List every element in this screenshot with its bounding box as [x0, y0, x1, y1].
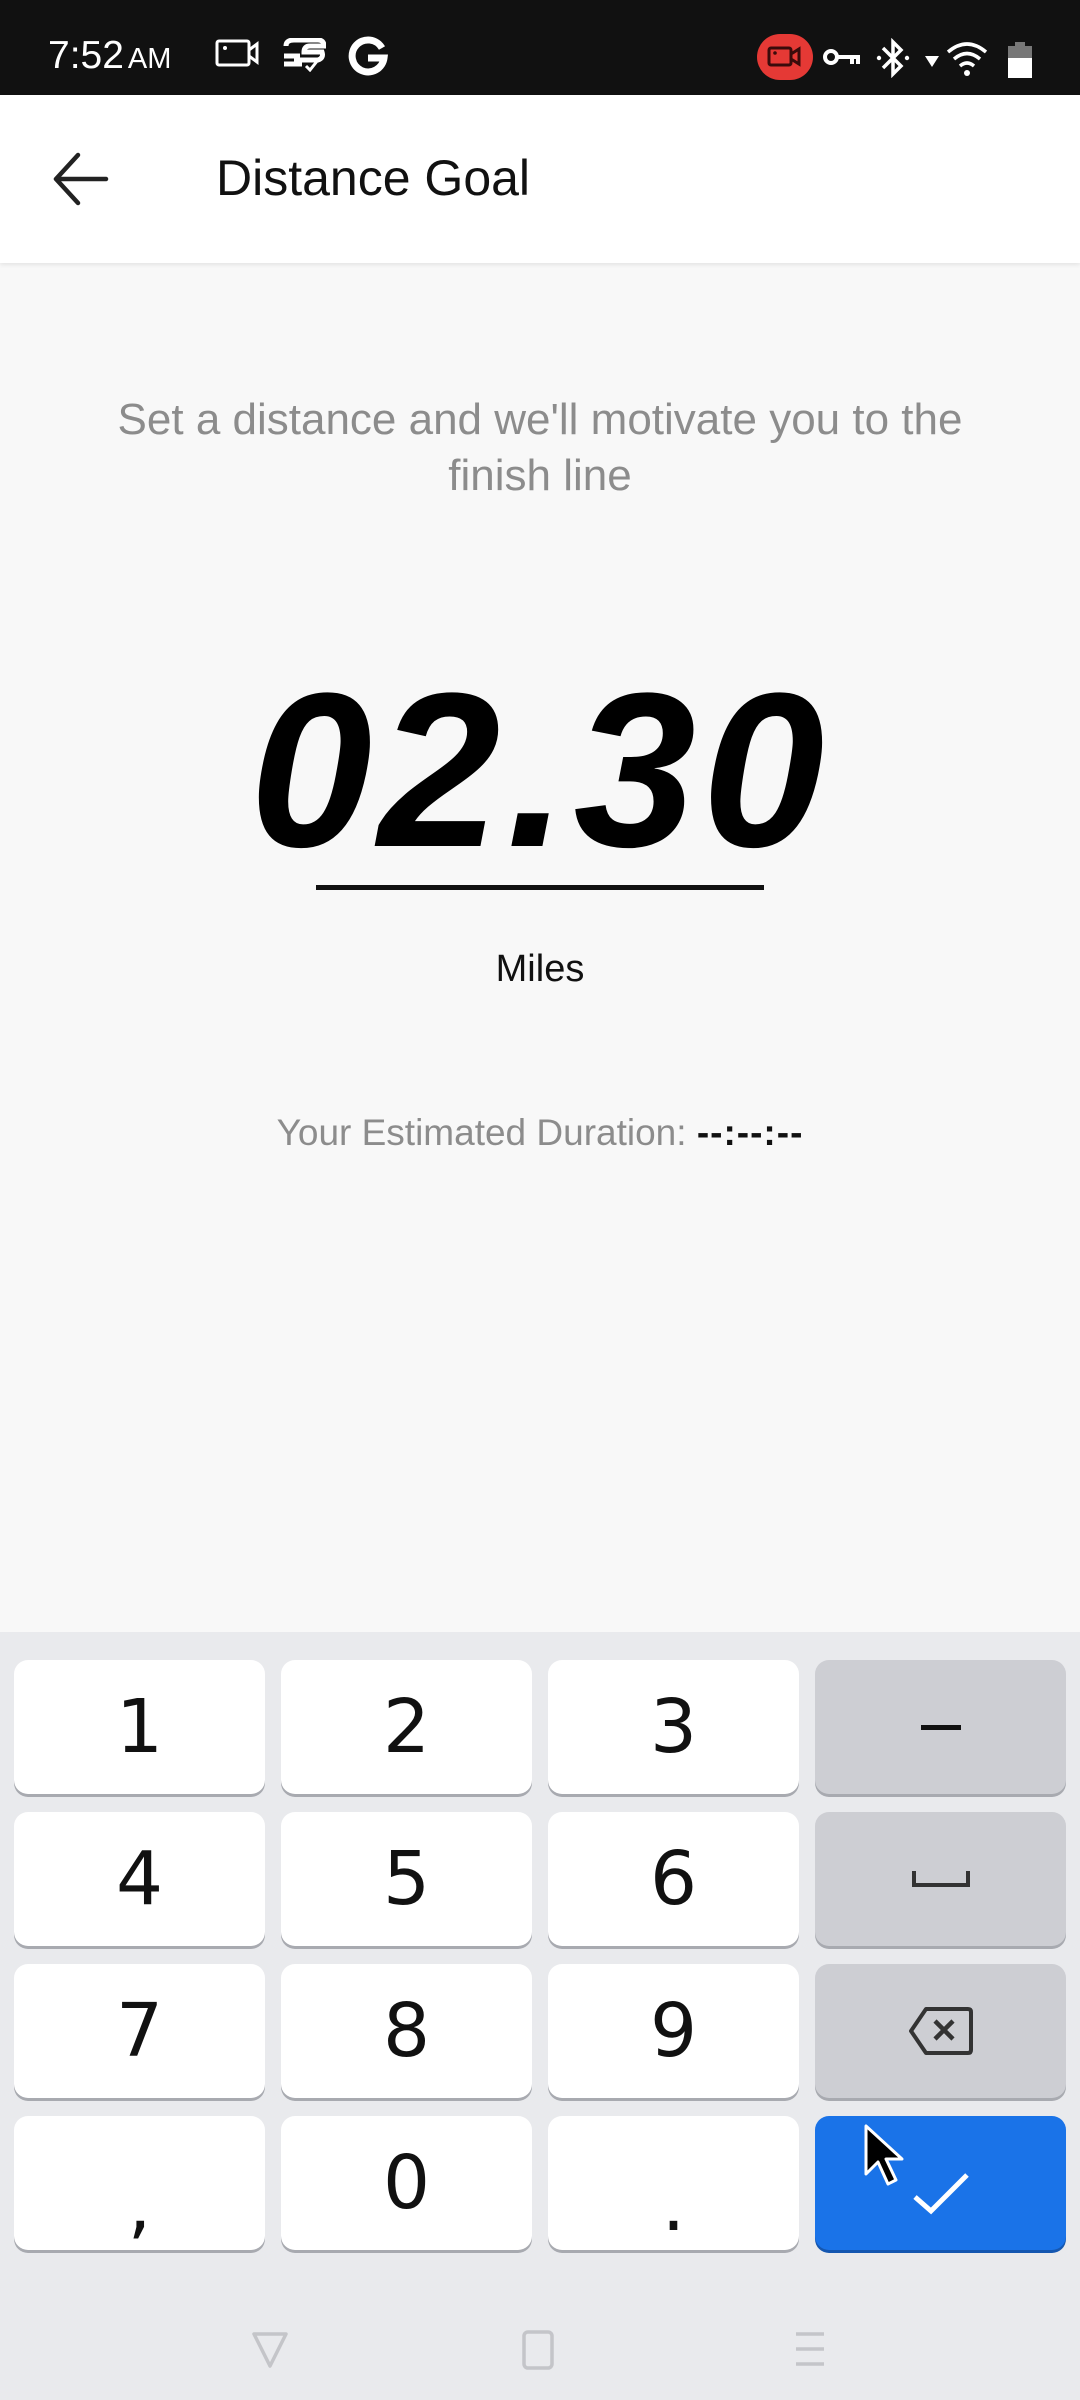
backspace-icon	[908, 2007, 973, 2055]
key-4[interactable]: 4	[14, 1812, 265, 1946]
key-6[interactable]: 6	[548, 1812, 799, 1946]
numeric-keyboard: 1 2 3 4 5 6 7 8 9 , 0 .	[0, 1632, 1080, 2400]
key-label: ,	[127, 2162, 152, 2248]
key-comma[interactable]: ,	[14, 2116, 265, 2250]
menu-lines-icon	[796, 2332, 824, 2366]
arrow-back-icon	[53, 152, 109, 206]
unit-label: Miles	[495, 948, 585, 990]
key-label: 2	[382, 1684, 431, 1770]
key-label: 9	[649, 1988, 698, 2074]
data-arrow-icon	[925, 56, 939, 67]
nav-home-button[interactable]	[510, 2318, 570, 2378]
home-square-icon	[522, 2330, 554, 2370]
nav-menu-button[interactable]	[780, 2318, 840, 2378]
key-8[interactable]: 8	[281, 1964, 532, 2098]
key-space[interactable]	[815, 1812, 1066, 1946]
key-label: 8	[382, 1988, 431, 2074]
page-title: Distance Goal	[216, 150, 531, 206]
back-triangle-icon	[252, 2332, 288, 2368]
bluetooth-icon	[876, 38, 910, 78]
battery-icon	[1008, 42, 1032, 78]
estimated-duration: Your Estimated Duration: --:--:--	[0, 1112, 1080, 1154]
key-label: 7	[115, 1988, 164, 2074]
key-2[interactable]: 2	[281, 1660, 532, 1794]
key-5[interactable]: 5	[281, 1812, 532, 1946]
minus-icon	[920, 1725, 961, 1730]
key-period[interactable]: .	[548, 2116, 799, 2250]
key-label: 3	[649, 1684, 698, 1770]
key-label: 5	[382, 1836, 431, 1922]
key-0[interactable]: 0	[281, 2116, 532, 2250]
duration-label: Your Estimated Duration:	[276, 1112, 687, 1153]
key-label: 4	[115, 1836, 164, 1922]
app-bar: Distance Goal	[0, 95, 1080, 263]
wifi-icon	[946, 42, 988, 76]
recording-indicator-icon	[757, 34, 813, 80]
subtitle-text: Set a distance and we'll motivate you to…	[117, 395, 963, 500]
key-9[interactable]: 9	[548, 1964, 799, 2098]
screen-record-icon	[215, 39, 259, 67]
checkmark-icon	[912, 2173, 969, 2215]
key-7[interactable]: 7	[14, 1964, 265, 2098]
key-backspace[interactable]	[815, 1964, 1066, 2098]
key-1[interactable]: 1	[14, 1660, 265, 1794]
key-3[interactable]: 3	[548, 1660, 799, 1794]
key-label: 0	[382, 2140, 431, 2226]
time-ampm: AM	[127, 43, 172, 75]
key-label: 6	[649, 1836, 698, 1922]
back-button[interactable]	[48, 147, 120, 211]
duration-value: --:--:--	[696, 1112, 804, 1153]
key-label: 1	[115, 1684, 164, 1770]
key-minus[interactable]	[815, 1660, 1066, 1794]
time-value: 7:52	[48, 34, 124, 77]
distance-input[interactable]: 02.30	[0, 650, 1080, 890]
key-label: .	[661, 2162, 686, 2248]
status-time: 7:52 AM	[48, 34, 171, 78]
key-done[interactable]	[815, 2116, 1066, 2250]
nav-back-button[interactable]	[240, 2318, 300, 2378]
space-icon	[911, 1871, 970, 1887]
system-nav-bar	[0, 2290, 1080, 2400]
status-bar: 7:52 AM	[0, 0, 1080, 95]
distance-underline	[316, 885, 764, 890]
vpn-key-icon	[823, 49, 860, 65]
google-icon	[348, 36, 388, 76]
app-notification-icon	[283, 38, 326, 72]
